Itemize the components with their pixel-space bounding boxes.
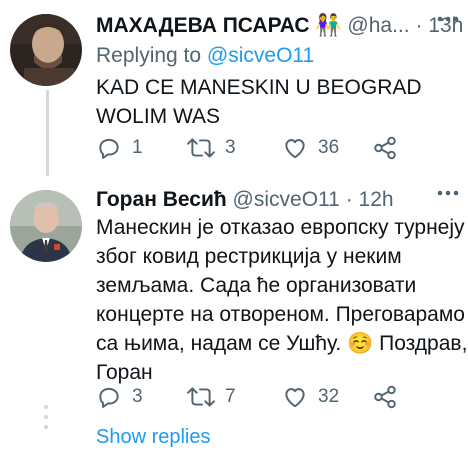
- replying-mention[interactable]: @sicveO11: [207, 44, 314, 67]
- like-button[interactable]: 32: [282, 382, 339, 412]
- tweet-1[interactable]: МАХАДЕВА ПСАРАС 👫 @ha... · 13h Replying …: [0, 0, 468, 180]
- heart-icon: [285, 388, 305, 408]
- tweet-line: KAD CE MANESKIN U BEOGRAD: [96, 76, 422, 99]
- thread-line: [46, 90, 49, 176]
- timestamp[interactable]: 12h: [359, 188, 394, 211]
- retweet-button[interactable]: 7: [187, 382, 236, 412]
- tweet-line: са њима, надам се Ушћу. ☺️ Поздрав,: [96, 329, 467, 358]
- replying-to: Replying to @sicveO11: [96, 44, 314, 68]
- like-count: 32: [318, 386, 340, 407]
- tweet-line-text: са њима, надам се Ушћу.: [96, 332, 342, 355]
- reply-button[interactable]: 3: [96, 382, 143, 412]
- display-name[interactable]: Горан Весић: [96, 188, 227, 211]
- retweet-icon: [187, 387, 215, 407]
- display-name[interactable]: МАХАДЕВА ПСАРАС: [96, 14, 310, 37]
- tweet-line: WOLIM WAS: [96, 105, 221, 128]
- tweet-line: због ковид рестрикција у неким: [96, 245, 402, 268]
- share-button[interactable]: [372, 382, 398, 412]
- tweet-text: KAD CE MANESKIN U BEOGRAD WOLIM WAS: [96, 73, 422, 131]
- tweet-2[interactable]: Горан Весић @sicveO11 · 12h Манескин је …: [0, 180, 468, 429]
- retweet-count: 3: [225, 137, 236, 158]
- tweet-line: земљама. Сада ће организовати: [96, 274, 417, 297]
- smile-emoji: ☺️: [347, 332, 374, 355]
- more-icon[interactable]: [437, 182, 459, 210]
- retweet-count: 7: [225, 386, 236, 407]
- separator-dot: ·: [415, 14, 423, 37]
- reply-button[interactable]: 1: [96, 133, 143, 163]
- tweet-line: концерте на отвореном. Преговарамо: [96, 303, 465, 326]
- handle[interactable]: @ha...: [347, 14, 409, 37]
- retweet-button[interactable]: 3: [187, 133, 236, 163]
- retweet-icon: [187, 138, 215, 158]
- show-replies-link[interactable]: Show replies: [96, 426, 211, 449]
- reply-count: 1: [132, 137, 143, 158]
- replying-label: Replying to: [96, 44, 202, 67]
- tweet-line: Манескин је отказао европску турнеју: [96, 216, 465, 239]
- tweet-header: Горан Весић @sicveO11 · 12h: [96, 188, 394, 212]
- like-button[interactable]: 36: [282, 133, 339, 163]
- like-count: 36: [318, 137, 340, 158]
- more-icon[interactable]: [437, 8, 459, 36]
- avatar[interactable]: [10, 14, 82, 86]
- tweet-line-tail: Поздрав,: [379, 332, 468, 355]
- action-bar: 3 7 32: [96, 382, 416, 412]
- handle[interactable]: @sicveO11: [233, 188, 340, 211]
- tweet-header: МАХАДЕВА ПСАРАС 👫 @ha... · 13h: [96, 14, 463, 38]
- emoji-people: 👫: [315, 14, 342, 37]
- share-icon: [374, 136, 396, 160]
- tweet-text: Манескин је отказао европску турнеју збо…: [96, 213, 467, 387]
- reply-count: 3: [132, 386, 143, 407]
- reply-icon: [99, 387, 119, 408]
- avatar[interactable]: [10, 190, 82, 262]
- thread-continuation-dots: [44, 405, 48, 435]
- action-bar: 1 3 36: [96, 133, 416, 163]
- heart-icon: [285, 139, 305, 159]
- reply-icon: [99, 138, 119, 159]
- separator-dot: ·: [345, 188, 353, 211]
- share-icon: [374, 385, 396, 409]
- share-button[interactable]: [372, 133, 398, 163]
